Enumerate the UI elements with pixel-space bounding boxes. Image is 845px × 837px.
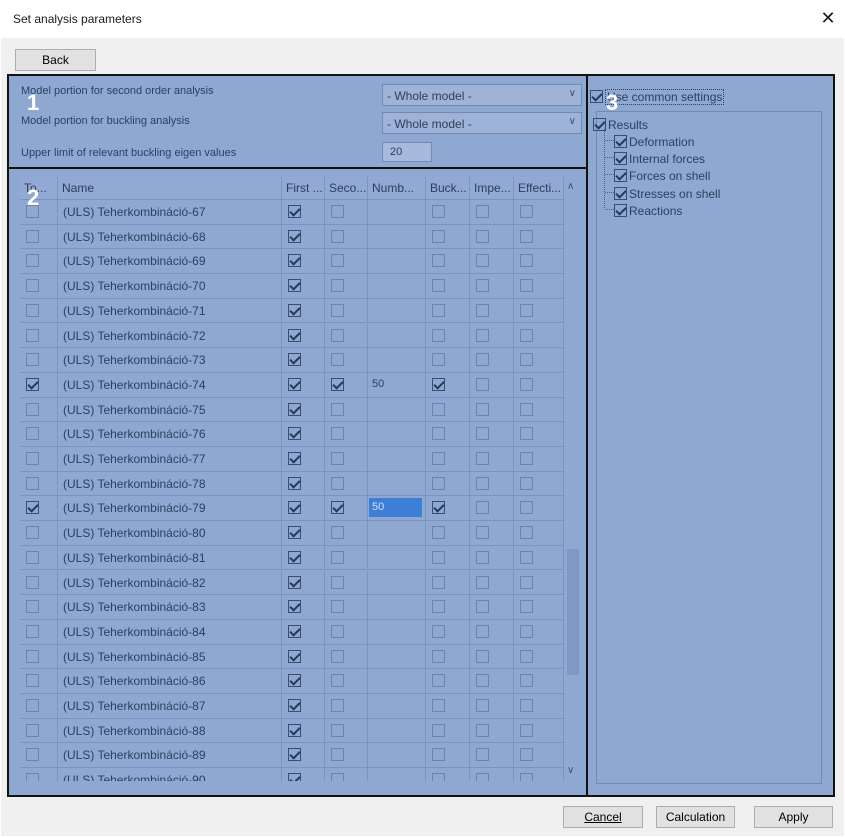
section-marker-1: 1: [27, 90, 40, 115]
section-marker-3: 3: [606, 90, 619, 115]
section-frame-2: [7, 167, 588, 797]
section-frame-1: [7, 74, 588, 169]
cancel-label: Cancel: [584, 810, 622, 824]
window-title: Set analysis parameters: [13, 12, 142, 26]
close-icon[interactable]: ✕: [818, 8, 838, 28]
back-button[interactable]: Back: [15, 49, 96, 71]
apply-button[interactable]: Apply: [754, 806, 833, 828]
calculation-button[interactable]: Calculation: [656, 806, 735, 828]
section-frame-3: [586, 74, 835, 797]
title-bar: Set analysis parameters ✕: [0, 0, 845, 38]
cancel-button[interactable]: Cancel: [563, 806, 643, 828]
section-marker-2: 2: [27, 185, 40, 210]
